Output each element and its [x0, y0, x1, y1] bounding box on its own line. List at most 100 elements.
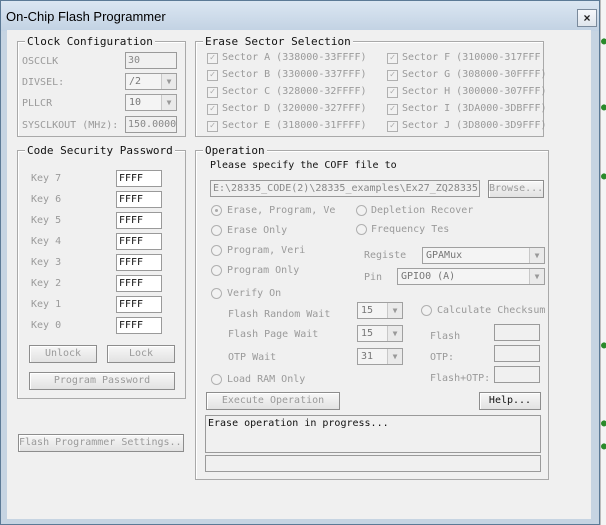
status-output: Erase operation in progress... — [205, 415, 541, 453]
key-field[interactable]: FFFF — [116, 212, 162, 229]
program-password-button[interactable]: Program Password — [29, 372, 175, 390]
register-value: GPAMux — [426, 250, 463, 261]
divsel-label: DIVSEL: — [22, 77, 65, 88]
key-field[interactable]: FFFF — [116, 275, 162, 292]
key-label: Key 4 — [31, 236, 62, 247]
checkmark-icon: ✓ — [389, 104, 396, 114]
otp-checksum-label: OTP: — [430, 352, 455, 363]
sector-checkbox[interactable]: ✓ — [207, 121, 218, 132]
help-button[interactable]: Help... — [479, 392, 541, 410]
chevron-down-icon: ▼ — [161, 95, 176, 110]
register-label: Registe — [364, 250, 407, 261]
checkmark-icon: ✓ — [209, 53, 216, 63]
calculate-checksum-label: Calculate Checksum — [437, 305, 546, 316]
sector-label: Sector E (318000-31FFFF) — [222, 120, 367, 131]
key-label: Key 6 — [31, 194, 62, 205]
key-field[interactable]: FFFF — [116, 170, 162, 187]
execute-operation-button[interactable]: Execute Operation — [206, 392, 340, 410]
checkmark-icon: ✓ — [389, 70, 396, 80]
operation-mode-radio[interactable] — [211, 288, 222, 299]
chevron-down-icon: ▼ — [529, 248, 544, 263]
key-field[interactable]: FFFF — [116, 191, 162, 208]
key-label: Key 0 — [31, 320, 62, 331]
operation-mode-label: Verify On — [227, 288, 282, 299]
operation-mode-label: Program Only — [227, 265, 300, 276]
load-ram-only-radio[interactable] — [211, 374, 222, 385]
operation-mode-radio[interactable] — [211, 265, 222, 276]
sector-checkbox[interactable]: ✓ — [387, 121, 398, 132]
erase-sector-legend: Erase Sector Selection — [203, 35, 353, 48]
title-bar[interactable]: On-Chip Flash Programmer × — [1, 1, 599, 31]
sector-label: Sector G (308000-30FFFF) — [402, 69, 547, 80]
sector-checkbox[interactable]: ✓ — [387, 87, 398, 98]
flash-random-wait-label: Flash Random Wait — [228, 309, 331, 320]
sector-checkbox[interactable]: ✓ — [387, 70, 398, 81]
operation-legend: Operation — [203, 144, 267, 157]
close-button[interactable]: × — [577, 9, 597, 27]
sector-checkbox[interactable]: ✓ — [207, 53, 218, 64]
sysclk-label: SYSCLKOUT (MHz): — [22, 120, 119, 131]
sector-checkbox[interactable]: ✓ — [207, 87, 218, 98]
otp-wait-label: OTP Wait — [228, 352, 277, 363]
pllcr-label: PLLCR — [22, 98, 53, 109]
divsel-select[interactable]: /2 ▼ — [125, 73, 177, 90]
key-label: Key 7 — [31, 173, 62, 184]
operation-mode-radio[interactable] — [211, 245, 222, 256]
flash-random-wait-select[interactable]: 15 ▼ — [357, 302, 403, 319]
pin-label: Pin — [364, 272, 383, 283]
key-field[interactable]: FFFF — [116, 317, 162, 334]
osc-label: OSCCLK — [22, 56, 59, 67]
chevron-down-icon: ▼ — [387, 349, 402, 364]
flash-programmer-settings-button[interactable]: Flash Programmer Settings... — [18, 434, 184, 452]
frequency-test-radio[interactable] — [356, 224, 367, 235]
operation-mode-radio[interactable] — [211, 225, 222, 236]
flash-page-wait-select[interactable]: 15 ▼ — [357, 325, 403, 342]
unlock-button[interactable]: Unlock — [29, 345, 97, 363]
code-security-legend: Code Security Password — [25, 144, 175, 157]
sector-label: Sector J (3D8000-3D9FFF) — [402, 120, 547, 131]
otp-checksum-field[interactable] — [494, 345, 540, 362]
browse-button[interactable]: Browse... — [488, 180, 544, 198]
flash-checksum-label: Flash — [430, 331, 461, 342]
checkmark-icon: ✓ — [209, 87, 216, 97]
sector-label: Sector C (328000-32FFFF) — [222, 86, 367, 97]
osc-field[interactable]: 30 — [125, 52, 177, 69]
operation-mode-label: Program, Veri — [227, 245, 306, 256]
checkmark-icon: ✓ — [209, 70, 216, 80]
pllcr-select[interactable]: 10 ▼ — [125, 94, 177, 111]
checkmark-icon: ✓ — [209, 121, 216, 131]
sector-checkbox[interactable]: ✓ — [387, 104, 398, 115]
checkmark-icon: ✓ — [389, 87, 396, 97]
sector-label: Sector F (310000-317FFF — [402, 52, 541, 63]
sector-checkbox[interactable]: ✓ — [207, 70, 218, 81]
chevron-down-icon: ▼ — [161, 74, 176, 89]
register-select[interactable]: GPAMux ▼ — [422, 247, 545, 264]
flash-checksum-field[interactable] — [494, 324, 540, 341]
pin-select[interactable]: GPIO0 (A) ▼ — [397, 268, 545, 285]
checkmark-icon: ✓ — [209, 104, 216, 114]
operation-mode-radio[interactable] — [211, 205, 222, 216]
close-icon: × — [583, 11, 591, 25]
divsel-value: /2 — [129, 76, 142, 87]
marker-icon: ● — [601, 171, 606, 182]
flash-otp-checksum-field[interactable] — [494, 366, 540, 383]
lock-button[interactable]: Lock — [107, 345, 175, 363]
key-field[interactable]: FFFF — [116, 233, 162, 250]
calculate-checksum-radio[interactable] — [421, 305, 432, 316]
key-label: Key 5 — [31, 215, 62, 226]
coff-path-field[interactable]: E:\28335_CODE(2)\28335_examples\Ex27_ZQ2… — [210, 180, 480, 197]
sysclk-field[interactable]: 150.0000 — [125, 116, 177, 133]
marker-icon: ● — [601, 418, 606, 429]
depletion-recover-radio[interactable] — [356, 205, 367, 216]
otp-wait-value: 31 — [361, 351, 374, 362]
sector-label: Sector D (320000-327FFF) — [222, 103, 367, 114]
key-field[interactable]: FFFF — [116, 296, 162, 313]
otp-wait-select[interactable]: 31 ▼ — [357, 348, 403, 365]
chevron-down-icon: ▼ — [529, 269, 544, 284]
sector-checkbox[interactable]: ✓ — [207, 104, 218, 115]
key-field[interactable]: FFFF — [116, 254, 162, 271]
marker-icon: ● — [601, 441, 606, 452]
pllcr-value: 10 — [129, 97, 142, 108]
progress-area — [205, 455, 541, 472]
sector-checkbox[interactable]: ✓ — [387, 53, 398, 64]
